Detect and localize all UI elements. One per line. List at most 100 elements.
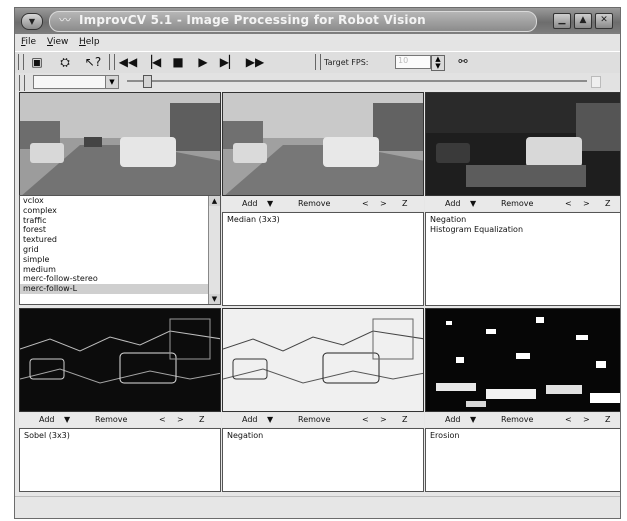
sobel-filter-list[interactable]: Sobel (3x3) xyxy=(19,428,221,492)
triangle-down-icon[interactable]: ▼ xyxy=(267,415,273,424)
maximize-button[interactable]: ▲ xyxy=(574,13,592,29)
negation-filter-list[interactable]: Negation xyxy=(222,428,424,492)
add-button[interactable]: Add xyxy=(242,415,258,424)
toolbar-grip[interactable] xyxy=(18,54,24,70)
frame-slider-track[interactable] xyxy=(127,80,587,82)
remove-button[interactable]: Remove xyxy=(95,415,127,424)
filter-item[interactable]: Sobel (3x3) xyxy=(24,431,216,441)
negation-image xyxy=(222,308,424,412)
play-button[interactable]: ▶ xyxy=(193,54,213,70)
help-pointer-icon: ↖? xyxy=(84,55,102,69)
list-item[interactable]: traffic xyxy=(20,216,220,226)
remove-button[interactable]: Remove xyxy=(298,199,330,208)
slider-grip[interactable] xyxy=(19,75,25,91)
toolbar-grip-3[interactable] xyxy=(315,54,321,70)
menu-file[interactable]: File xyxy=(21,37,36,47)
triangle-down-icon[interactable]: ▼ xyxy=(470,199,476,208)
filter-item[interactable]: Histogram Equalization xyxy=(430,225,620,235)
play-icon: ▶ xyxy=(198,55,208,69)
list-item[interactable]: vclox xyxy=(20,196,220,206)
toolbar-grip-2[interactable] xyxy=(109,54,115,70)
list-item[interactable]: grid xyxy=(20,245,220,255)
median-image xyxy=(222,92,424,196)
triangle-down-icon[interactable]: ▼ xyxy=(470,415,476,424)
stop-button[interactable]: ■ xyxy=(168,54,188,70)
source-list[interactable]: vclox complex traffic forest textured gr… xyxy=(19,195,221,305)
list-item[interactable]: textured xyxy=(20,235,220,245)
erosion-filter-list[interactable]: Erosion xyxy=(425,428,620,492)
link-button[interactable]: ⚯ xyxy=(451,54,475,70)
remove-button[interactable]: Remove xyxy=(501,199,533,208)
source-combo[interactable]: ▼ xyxy=(33,75,119,89)
filter-item[interactable]: Erosion xyxy=(430,431,620,441)
median-filter-list[interactable]: Median (3x3) xyxy=(222,212,424,306)
remove-button[interactable]: Remove xyxy=(501,415,533,424)
source-image xyxy=(19,92,221,196)
prev-button[interactable]: < xyxy=(362,415,369,424)
skip-back-button[interactable]: ◀◀ xyxy=(118,54,138,70)
fast-forward-button[interactable]: ▶▶ xyxy=(243,54,267,70)
chevron-down-icon: ▼ xyxy=(28,17,36,26)
next-button[interactable]: > xyxy=(583,199,590,208)
triangle-down-icon[interactable]: ▼ xyxy=(267,199,273,208)
prev-button[interactable]: < xyxy=(159,415,166,424)
title-bar[interactable]: ▼ 〰 ImprovCV 5.1 - Image Processing for … xyxy=(15,8,620,34)
frame-slider-thumb[interactable] xyxy=(143,75,152,88)
menu-view[interactable]: View xyxy=(47,37,68,47)
list-item[interactable]: simple xyxy=(20,255,220,265)
sobel-image xyxy=(19,308,221,412)
source-list-scrollbar[interactable]: ▲ ▼ xyxy=(208,196,220,304)
close-button[interactable]: ✕ xyxy=(595,13,613,29)
target-fps-input[interactable]: 10 xyxy=(395,55,431,69)
minimize-icon: ▁ xyxy=(558,15,566,25)
next-button[interactable]: > xyxy=(380,199,387,208)
list-item[interactable]: merc-follow-stereo xyxy=(20,274,220,284)
system-menu-button[interactable]: ▼ xyxy=(21,13,43,30)
list-item[interactable]: medium xyxy=(20,265,220,275)
filter-item[interactable]: Median (3x3) xyxy=(227,215,419,225)
remove-button[interactable]: Remove xyxy=(298,415,330,424)
minimize-button[interactable]: ▁ xyxy=(553,13,571,29)
triangle-down-icon[interactable]: ▼ xyxy=(64,415,70,424)
negation-controls: Add ▼ Remove < > Z xyxy=(222,413,424,427)
menu-help[interactable]: Help xyxy=(79,37,100,47)
sobel-controls: Add ▼ Remove < > Z xyxy=(19,413,221,427)
negation-histeq-controls: Add ▼ Remove < > Z xyxy=(425,197,620,211)
next-button[interactable]: > xyxy=(380,415,387,424)
toolbar: ▣ ⛭ ↖? ◀◀ ▕◀ ■ ▶ ▶▏ ▶▶ Target FPS: 10 ▲ ▼… xyxy=(15,51,620,74)
negation-histeq-filter-list[interactable]: Negation Histogram Equalization xyxy=(425,212,620,306)
zoom-button[interactable]: Z xyxy=(605,199,610,208)
spin-down-icon: ▼ xyxy=(435,62,441,70)
scroll-down-icon[interactable]: ▼ xyxy=(209,294,220,304)
help-pointer-button[interactable]: ↖? xyxy=(83,54,103,70)
add-button[interactable]: Add xyxy=(445,415,461,424)
list-item[interactable]: forest xyxy=(20,225,220,235)
zoom-button[interactable]: Z xyxy=(199,415,204,424)
window-title: ImprovCV 5.1 - Image Processing for Robo… xyxy=(79,13,426,27)
settings-button[interactable]: ⛭ xyxy=(55,54,75,70)
next-button[interactable]: > xyxy=(177,415,184,424)
zoom-button[interactable]: Z xyxy=(402,415,407,424)
zoom-button[interactable]: Z xyxy=(605,415,610,424)
next-button[interactable]: > xyxy=(583,415,590,424)
add-button[interactable]: Add xyxy=(242,199,258,208)
add-button[interactable]: Add xyxy=(39,415,55,424)
list-item-selected[interactable]: merc-follow-L xyxy=(20,284,220,294)
median-controls: Add ▼ Remove < > Z xyxy=(222,197,424,211)
target-fps-spinner[interactable]: ▲ ▼ xyxy=(431,55,445,71)
erosion-controls: Add ▼ Remove < > Z xyxy=(425,413,620,427)
prev-button[interactable]: < xyxy=(565,199,572,208)
step-back-button[interactable]: ▕◀ xyxy=(142,54,162,70)
prev-button[interactable]: < xyxy=(565,415,572,424)
filter-item[interactable]: Negation xyxy=(227,431,419,441)
filter-item[interactable]: Negation xyxy=(430,215,620,225)
scroll-up-icon[interactable]: ▲ xyxy=(209,196,220,206)
add-button[interactable]: Add xyxy=(445,199,461,208)
negation-histeq-image xyxy=(425,92,620,196)
list-item[interactable]: complex xyxy=(20,206,220,216)
prev-button[interactable]: < xyxy=(362,199,369,208)
maximize-icon: ▲ xyxy=(579,15,587,25)
step-forward-button[interactable]: ▶▏ xyxy=(219,54,239,70)
camera-button[interactable]: ▣ xyxy=(27,54,47,70)
zoom-button[interactable]: Z xyxy=(402,199,407,208)
